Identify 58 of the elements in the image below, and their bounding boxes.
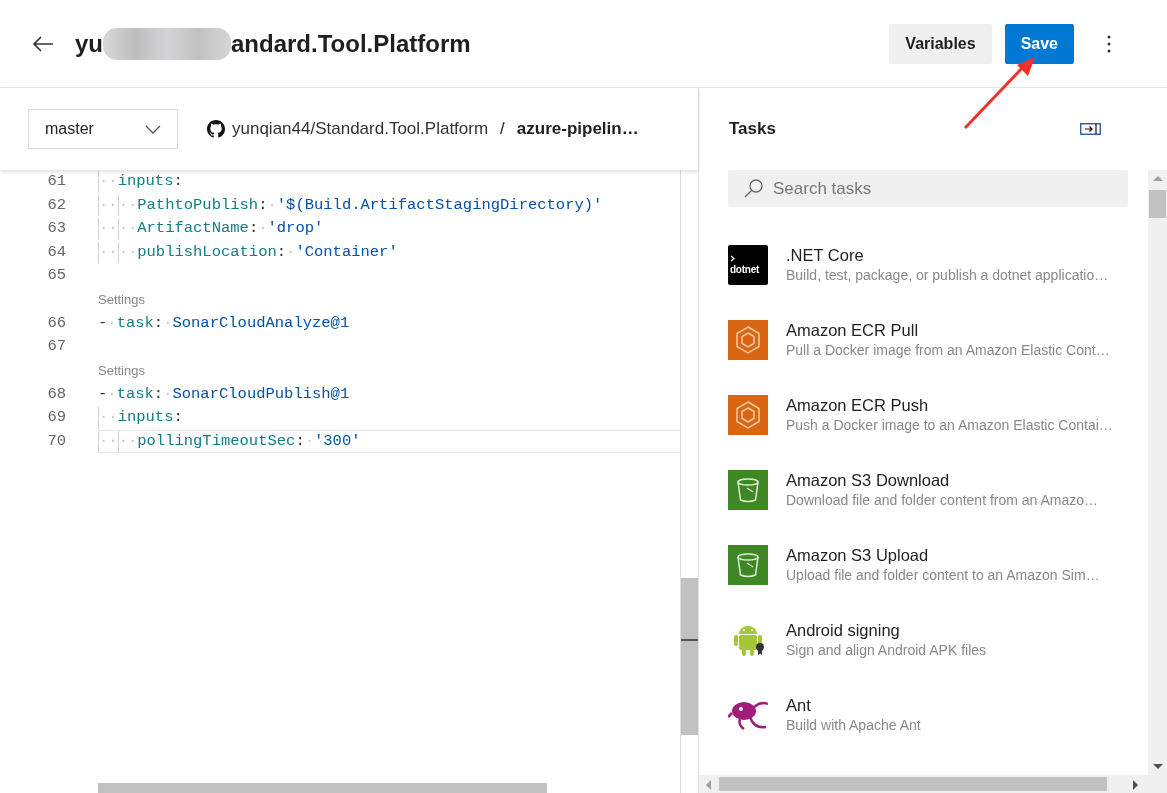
tasks-panel-title: Tasks — [729, 118, 776, 141]
line-number: 66 — [46, 312, 66, 334]
line-number: 62 — [46, 194, 66, 216]
pipeline-title: yu — [75, 28, 103, 59]
line-number: 70 — [46, 430, 66, 452]
settings-codelens-link[interactable]: Settings — [98, 290, 145, 310]
code-text: -·task:·SonarCloudPublish@1 — [98, 383, 350, 405]
file-name: azure-pipelin… — [516, 118, 639, 141]
line-number: 61 — [46, 171, 66, 193]
search-tasks-field[interactable]: Search tasks — [728, 170, 1128, 207]
code-text: ····pollingTimeoutSec:·'300' — [98, 430, 361, 452]
task-description: Upload file and folder content to an Amazon Sim… — [786, 566, 1100, 585]
bucket-icon — [728, 545, 768, 585]
horizontal-scrollbar[interactable] — [98, 783, 547, 793]
vertical-scrollbar[interactable] — [1148, 170, 1167, 775]
hexagon-cube-icon — [728, 395, 768, 435]
pipeline-title: andard.Tool.Platform — [231, 28, 471, 59]
chevron-down-icon — [145, 124, 161, 134]
line-number: 65 — [46, 265, 66, 287]
branch-dropdown[interactable]: master — [28, 109, 178, 149]
code-text: ····publishLocation:·'Container' — [98, 241, 398, 263]
vertical-scrollbar[interactable] — [680, 170, 698, 793]
bucket-icon — [728, 470, 768, 510]
task-name[interactable]: .NET Core — [786, 245, 1109, 265]
code-text: ··inputs: — [98, 171, 183, 193]
dotnet-logo-icon: dotnet — [728, 245, 768, 285]
settings-codelens-link[interactable]: Settings — [98, 361, 145, 381]
task-name[interactable]: Ant — [786, 695, 921, 715]
task-name[interactable]: Amazon S3 Download — [786, 470, 1099, 490]
code-text: ····PathtoPublish:·'$(Build.ArtifactStagingDirectory)' — [98, 194, 603, 216]
code-text: -·task:·SonarCloudAnalyze@1 — [98, 312, 350, 334]
line-number: 68 — [46, 383, 66, 405]
line-number: 64 — [46, 241, 66, 263]
github-icon — [207, 120, 225, 138]
variables-button[interactable]: Variables — [889, 23, 992, 64]
repository-link[interactable]: yunqian44/Standard.Tool.Platform — [232, 116, 489, 142]
task-description: Sign and align Android APK files — [786, 641, 987, 660]
task-description: Build, test, package, or publish a dotnet applicatio… — [786, 266, 1109, 285]
line-number: 69 — [46, 407, 66, 429]
collapse-panel-icon[interactable] — [1080, 123, 1101, 135]
hexagon-cube-icon — [728, 320, 768, 360]
task-name[interactable]: Amazon ECR Pull — [786, 320, 1110, 340]
task-description: Download file and folder content from an Amazo… — [786, 491, 1099, 510]
task-name[interactable]: Amazon ECR Push — [786, 395, 1113, 415]
task-description: Build with Apache Ant — [786, 716, 921, 735]
back-arrow-icon[interactable] — [32, 34, 54, 53]
task-description: Pull a Docker image from an Amazon Elastic Cont… — [786, 341, 1110, 360]
code-text: ····ArtifactName:·'drop' — [98, 218, 324, 240]
code-text: ··inputs: — [98, 407, 183, 429]
task-description: Push a Docker image to an Amazon Elastic Contai… — [786, 416, 1113, 435]
search-icon — [743, 177, 765, 199]
task-name[interactable]: Android signing — [786, 620, 987, 640]
line-number: 67 — [46, 336, 66, 358]
path-separator: / — [500, 118, 505, 141]
line-number: 63 — [46, 218, 66, 240]
task-name[interactable]: Amazon S3 Upload — [786, 545, 1100, 565]
save-button[interactable]: Save — [1004, 23, 1074, 64]
horizontal-scrollbar[interactable] — [699, 775, 1167, 793]
